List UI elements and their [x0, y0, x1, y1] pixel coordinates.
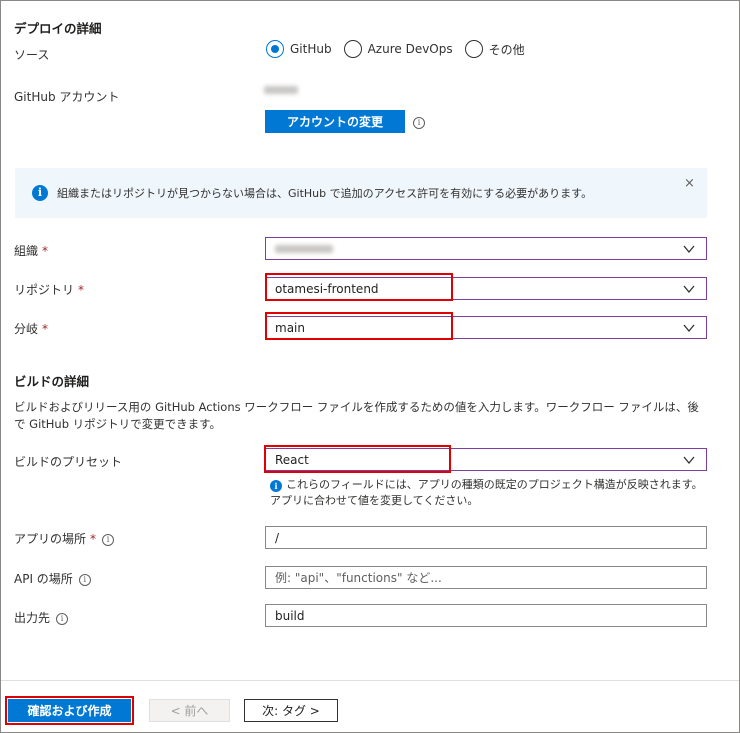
- radio-unchecked-icon[interactable]: [464, 40, 483, 58]
- api-location-label-text: API の場所: [14, 572, 73, 586]
- branch-dropdown[interactable]: main: [265, 316, 707, 339]
- source-option-label: Azure DevOps: [367, 42, 453, 56]
- repo-label-text: リポジトリ: [14, 283, 75, 297]
- source-label: ソース: [14, 48, 50, 62]
- permission-banner: i 組織またはリポジトリが見つからない場合は、GitHub で追加のアクセス許可…: [15, 168, 707, 218]
- source-option-label: GitHub: [290, 42, 332, 56]
- review-create-button[interactable]: 確認および作成: [8, 699, 131, 722]
- source-radio-group: GitHub Azure DevOps その他: [266, 40, 525, 58]
- build-preset-hint-text: これらのフィールドには、アプリの種類の既定のプロジェクト構造が反映されます。アプ…: [270, 478, 703, 507]
- info-icon[interactable]: i: [78, 573, 91, 586]
- chevron-down-icon: [683, 456, 695, 464]
- change-account-button[interactable]: アカウントの変更: [265, 110, 405, 133]
- deploy-section-title: デプロイの詳細: [14, 21, 102, 36]
- required-mark: *: [42, 322, 49, 336]
- info-icon: i: [32, 185, 48, 201]
- repo-dropdown-value: otamesi-frontend: [275, 281, 379, 296]
- source-radio-other[interactable]: その他: [464, 40, 525, 58]
- output-location-label: 出力先 i: [14, 609, 69, 626]
- redacted-org-name: [275, 244, 333, 253]
- source-radio-azure-devops[interactable]: Azure DevOps: [343, 40, 453, 58]
- app-location-input[interactable]: /: [265, 526, 707, 549]
- branch-dropdown-value: main: [275, 320, 305, 335]
- app-location-label-text: アプリの場所: [14, 532, 87, 546]
- repo-label: リポジトリ *: [14, 281, 84, 298]
- required-mark: *: [78, 283, 85, 297]
- required-mark: *: [42, 244, 49, 258]
- previous-button[interactable]: < 前へ: [149, 699, 230, 722]
- app-location-label: アプリの場所 * i: [14, 530, 115, 547]
- source-radio-github[interactable]: GitHub: [266, 40, 332, 58]
- output-location-input[interactable]: build: [265, 604, 707, 627]
- next-tags-button[interactable]: 次: タグ >: [244, 699, 338, 722]
- info-icon[interactable]: i: [413, 117, 425, 129]
- api-location-input[interactable]: 例: "api"、"functions" など...: [265, 566, 707, 589]
- repo-dropdown[interactable]: otamesi-frontend: [265, 277, 707, 300]
- branch-label-text: 分岐: [14, 322, 39, 336]
- org-dropdown[interactable]: [265, 237, 707, 260]
- chevron-down-icon: [683, 245, 695, 253]
- build-preset-label: ビルドのプリセット: [14, 455, 123, 469]
- org-label-text: 組織: [14, 244, 39, 258]
- banner-text: 組織またはリポジトリが見つからない場合は、GitHub で追加のアクセス許可を有…: [57, 187, 593, 200]
- required-mark: *: [90, 532, 97, 546]
- org-dropdown-value: [275, 242, 682, 256]
- chevron-down-icon: [683, 324, 695, 332]
- build-preset-value: React: [275, 452, 309, 467]
- build-section-title: ビルドの詳細: [14, 374, 90, 389]
- org-label: 組織 *: [14, 242, 48, 259]
- radio-unchecked-icon[interactable]: [343, 40, 362, 58]
- build-description: ビルドおよびリリース用の GitHub Actions ワークフロー ファイルを…: [14, 400, 699, 431]
- close-icon[interactable]: ×: [684, 176, 695, 191]
- branch-label: 分岐 *: [14, 320, 48, 337]
- source-option-label: その他: [488, 42, 525, 57]
- redacted-account-name: [264, 86, 298, 94]
- info-icon[interactable]: i: [102, 533, 115, 546]
- footer-divider: [1, 680, 739, 681]
- chevron-down-icon: [683, 285, 695, 293]
- output-location-label-text: 出力先: [14, 611, 51, 625]
- info-icon: i: [270, 480, 282, 492]
- build-preset-dropdown[interactable]: React: [265, 448, 707, 471]
- info-icon[interactable]: i: [56, 612, 69, 625]
- github-account-label: GitHub アカウント: [14, 90, 120, 104]
- build-preset-hint: i これらのフィールドには、アプリの種類の既定のプロジェクト構造が反映されます。ア…: [270, 477, 710, 509]
- radio-checked-icon[interactable]: [266, 40, 284, 58]
- api-location-label: API の場所 i: [14, 570, 91, 587]
